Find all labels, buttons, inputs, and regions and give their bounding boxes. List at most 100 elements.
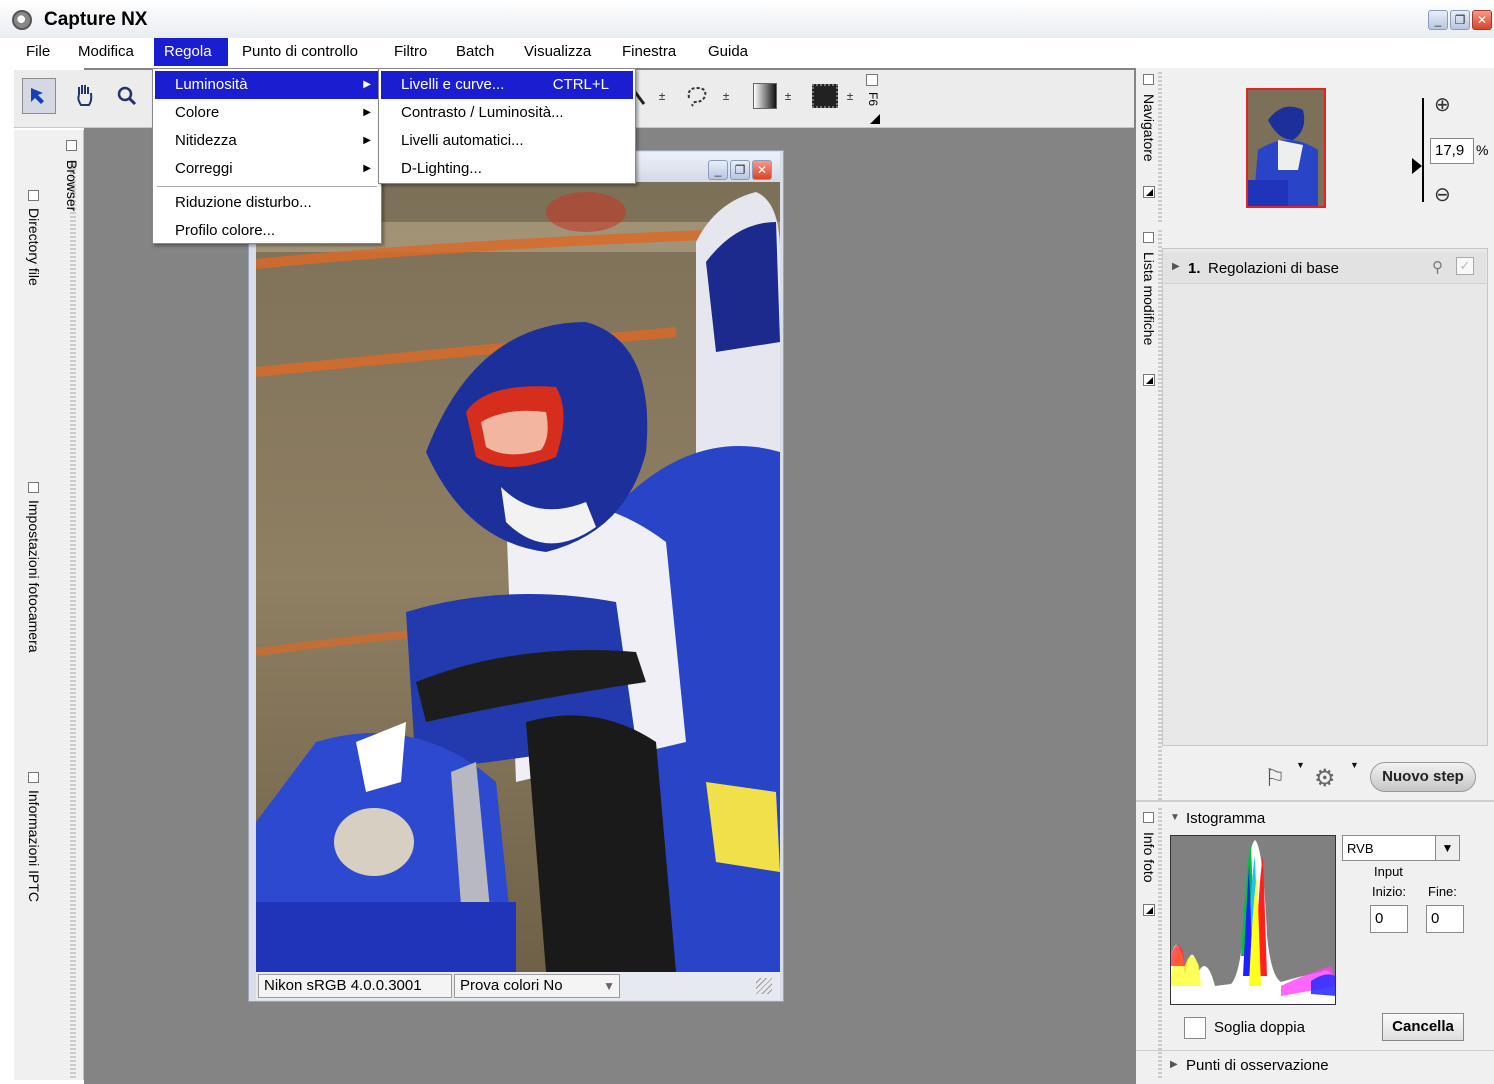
- color-profile-label: Nikon sRGB 4.0.0.3001: [258, 974, 452, 998]
- lasso-icon[interactable]: [680, 78, 714, 114]
- step-enabled-checkbox[interactable]: ✓: [1456, 257, 1474, 275]
- edit-list-toggle-icon[interactable]: [1143, 232, 1154, 243]
- tab-lista-modifiche[interactable]: Lista modifiche: [1141, 252, 1157, 345]
- menu-separator: [157, 186, 377, 187]
- new-step-button[interactable]: Nuovo step: [1370, 762, 1476, 792]
- menu-item-d-lighting[interactable]: D-Lighting...: [381, 155, 633, 183]
- menu-item-correggi[interactable]: Correggi ▶: [155, 155, 379, 183]
- menu-punto-di-controllo[interactable]: Punto di controllo: [232, 38, 368, 66]
- menu-item-livelli-automatici[interactable]: Livelli automatici...: [381, 127, 633, 155]
- menu-visualizza[interactable]: Visualizza: [514, 38, 601, 66]
- start-input[interactable]: 0: [1370, 905, 1408, 933]
- menu-file[interactable]: File: [16, 38, 60, 66]
- navigator-corner-icon[interactable]: [1143, 186, 1155, 198]
- tab-directory-file[interactable]: Directory file: [26, 208, 42, 286]
- hand-icon[interactable]: [68, 78, 102, 114]
- zoom-in-icon[interactable]: ⊕: [1434, 92, 1451, 117]
- zoom-unit-label: %: [1476, 142, 1489, 158]
- gear-icon[interactable]: ⚙: [1314, 764, 1336, 793]
- camera-settings-toggle-icon[interactable]: [28, 482, 39, 493]
- tab-info-foto[interactable]: Info foto: [1141, 832, 1157, 883]
- menu-item-contrasto-luminosita[interactable]: Contrasto / Luminosità...: [381, 99, 633, 127]
- iptc-toggle-icon[interactable]: [28, 772, 39, 783]
- title-bar: Capture NX _ ❐ ✕: [0, 0, 1494, 38]
- plus-minus-icon[interactable]: ±: [718, 78, 734, 114]
- photo-info-toggle-icon[interactable]: [1143, 812, 1154, 823]
- menu-item-nitidezza[interactable]: Nitidezza ▶: [155, 127, 379, 155]
- menu-bar: File Modifica Regola Punto di controllo …: [10, 38, 1494, 68]
- image-minimize-icon[interactable]: _: [708, 160, 728, 180]
- dock-grip[interactable]: [1158, 808, 1162, 1078]
- restore-icon[interactable]: ❐: [1450, 10, 1470, 30]
- photo-canvas[interactable]: [256, 182, 780, 972]
- zoom-input[interactable]: 17,9: [1430, 138, 1474, 164]
- channel-value: RVB: [1347, 841, 1374, 856]
- photo-info-corner-icon[interactable]: [1143, 904, 1155, 916]
- browser-tab[interactable]: Browser: [64, 160, 80, 211]
- image-status-bar: Nikon sRGB 4.0.0.3001 Prova colori No ▼: [256, 972, 780, 1000]
- zoom-out-icon[interactable]: ⊖: [1434, 182, 1451, 207]
- end-input[interactable]: 0: [1426, 905, 1464, 933]
- luminosita-submenu: Livelli e curve... CTRL+L Contrasto / Lu…: [378, 68, 636, 184]
- zoom-icon[interactable]: [110, 78, 144, 114]
- corner-arrow-icon[interactable]: [870, 114, 880, 124]
- fill-icon[interactable]: [808, 78, 842, 114]
- menu-item-correggi-label: Correggi: [175, 160, 233, 177]
- watch-points-label[interactable]: Punti di osservazione: [1186, 1057, 1329, 1074]
- plus-minus-icon[interactable]: ±: [780, 78, 796, 114]
- plus-minus-icon[interactable]: ±: [842, 78, 858, 114]
- dock-grip[interactable]: [70, 160, 76, 1080]
- menu-item-livelli-e-curve-label: Livelli e curve...: [401, 76, 505, 93]
- menu-modifica[interactable]: Modifica: [68, 38, 144, 66]
- menu-batch[interactable]: Batch: [446, 38, 504, 66]
- menu-item-luminosita[interactable]: Luminosità ▶: [155, 71, 379, 99]
- tab-impostazioni-fotocamera[interactable]: Impostazioni fotocamera: [26, 500, 42, 653]
- double-threshold-checkbox[interactable]: [1184, 1017, 1206, 1039]
- divider: [1136, 1050, 1494, 1051]
- edit-step-row[interactable]: ▶ 1. Regolazioni di base ⚲ ✓: [1164, 252, 1486, 284]
- menu-regola[interactable]: Regola: [154, 38, 228, 66]
- link-icon[interactable]: ⚲: [1432, 258, 1443, 276]
- menu-filtro[interactable]: Filtro: [384, 38, 437, 66]
- menu-item-livelli-e-curve[interactable]: Livelli e curve... CTRL+L: [381, 71, 633, 99]
- dropdown-arrow-icon[interactable]: ▼: [1350, 760, 1359, 770]
- close-icon[interactable]: ✕: [1472, 10, 1492, 30]
- divider: [1136, 800, 1494, 802]
- directory-toggle-icon[interactable]: [28, 190, 39, 201]
- cancel-button[interactable]: Cancella: [1382, 1013, 1464, 1041]
- proof-colors-select[interactable]: Prova colori No ▼: [454, 974, 620, 998]
- regola-menu: Luminosità ▶ Colore ▶ Nitidezza ▶ Correg…: [152, 68, 382, 244]
- menu-item-colore[interactable]: Colore ▶: [155, 99, 379, 127]
- resize-grip-icon[interactable]: [756, 978, 772, 994]
- chevron-down-icon[interactable]: ▼: [603, 975, 615, 997]
- browser-toggle-icon[interactable]: [66, 140, 77, 151]
- image-close-icon[interactable]: ✕: [752, 160, 772, 180]
- channel-select[interactable]: RVB ▼: [1342, 835, 1460, 861]
- chevron-down-icon[interactable]: ▼: [1435, 836, 1459, 860]
- dropdown-arrow-icon[interactable]: ▼: [1296, 760, 1305, 770]
- zoom-slider-handle[interactable]: [1412, 158, 1422, 174]
- menu-item-luminosita-label: Luminosità: [175, 76, 248, 93]
- select-arrow-icon[interactable]: [22, 78, 56, 114]
- tab-navigatore[interactable]: Navigatore: [1141, 94, 1157, 162]
- gradient-icon[interactable]: [748, 78, 782, 114]
- submenu-arrow-icon: ▶: [363, 107, 371, 118]
- collapse-arrow-icon[interactable]: ▼: [1170, 812, 1180, 823]
- panel-toggle-icon[interactable]: [866, 74, 878, 86]
- minimize-icon[interactable]: _: [1428, 10, 1448, 30]
- menu-item-profilo-colore[interactable]: Profilo colore...: [155, 217, 379, 245]
- zoom-slider[interactable]: [1422, 98, 1424, 202]
- menu-finestra[interactable]: Finestra: [612, 38, 686, 66]
- expand-arrow-icon[interactable]: ▶: [1172, 261, 1180, 272]
- menu-item-riduzione-disturbo[interactable]: Riduzione disturbo...: [155, 189, 379, 217]
- dock-grip[interactable]: [1158, 72, 1162, 222]
- expand-arrow-icon[interactable]: ▶: [1170, 1059, 1178, 1070]
- menu-guida[interactable]: Guida: [698, 38, 758, 66]
- flag-icon[interactable]: ⚐: [1264, 764, 1286, 793]
- tab-informazioni-iptc[interactable]: Informazioni IPTC: [26, 790, 42, 902]
- navigator-toggle-icon[interactable]: [1143, 74, 1154, 85]
- plus-minus-icon[interactable]: ±: [654, 78, 670, 114]
- navigator-thumbnail[interactable]: [1246, 88, 1326, 208]
- image-restore-icon[interactable]: ❐: [730, 160, 750, 180]
- edit-list-corner-icon[interactable]: [1143, 374, 1155, 386]
